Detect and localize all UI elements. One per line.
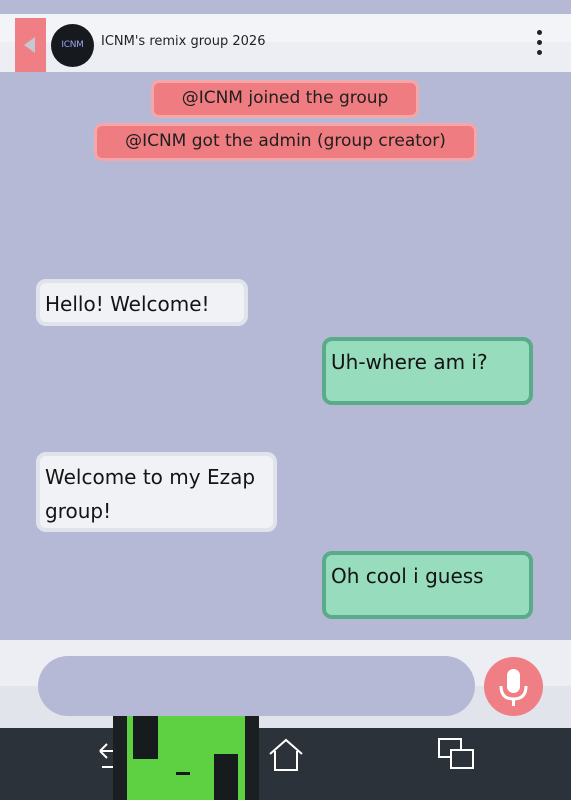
game-right-wall	[245, 716, 259, 800]
system-message-joined: @ICNM joined the group	[151, 80, 419, 118]
group-avatar[interactable]: ICNM	[51, 24, 94, 67]
game-player	[176, 772, 190, 775]
game-block	[214, 754, 238, 800]
back-arrow-icon	[24, 37, 35, 53]
group-title[interactable]: ICNM's remix group 2026	[101, 34, 265, 49]
incoming-message: Welcome to my Ezap group!	[36, 452, 277, 532]
nav-recent-apps-button[interactable]	[437, 737, 477, 773]
more-vertical-icon-dot	[537, 50, 542, 55]
more-vertical-icon	[537, 30, 542, 35]
nav-home-button[interactable]	[266, 737, 306, 773]
incoming-message: Hello! Welcome!	[36, 279, 248, 326]
more-options-button[interactable]	[531, 28, 549, 58]
outgoing-message: Oh cool i guess	[322, 551, 533, 619]
message-input[interactable]	[38, 656, 475, 716]
outgoing-message: Uh-where am i?	[322, 337, 533, 405]
nav-home-icon	[269, 738, 303, 771]
microphone-icon	[499, 669, 528, 706]
system-message-admin: @ICNM got the admin (group creator)	[94, 123, 477, 161]
game-block	[133, 716, 158, 759]
game-overlay	[113, 716, 259, 800]
more-vertical-icon-dot	[537, 40, 542, 45]
nav-recent-apps-icon	[438, 738, 474, 769]
game-left-wall	[113, 716, 127, 800]
back-button[interactable]	[15, 18, 46, 72]
mic-button[interactable]	[484, 657, 543, 716]
